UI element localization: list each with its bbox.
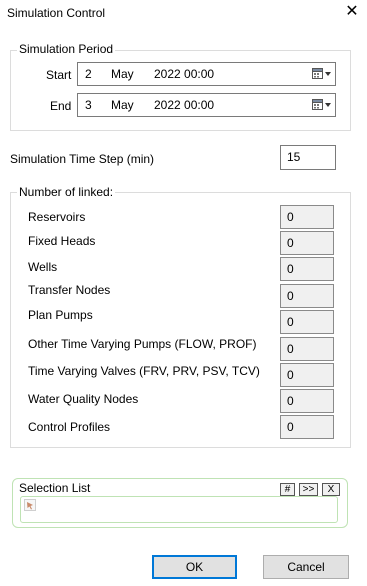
end-day[interactable]: 3 [85, 98, 92, 112]
linked-value-time-varying-valves: 0 [280, 363, 334, 387]
linked-label-water-quality-nodes: Water Quality Nodes [28, 392, 139, 406]
linked-value-reservoirs: 0 [280, 205, 334, 229]
selection-clear-button[interactable]: X [322, 483, 340, 496]
selection-list-label: Selection List [19, 481, 91, 495]
start-year-time[interactable]: 2022 00:00 [154, 67, 214, 81]
selection-next-button[interactable]: >> [299, 483, 318, 496]
time-step-label: Simulation Time Step (min) [10, 152, 155, 166]
start-label: Start [46, 68, 72, 82]
end-year-time[interactable]: 2022 00:00 [154, 98, 214, 112]
linked-value-plan-pumps: 0 [280, 310, 334, 334]
calendar-dropdown-icon[interactable] [312, 68, 332, 80]
time-step-input[interactable]: 15 [280, 145, 336, 170]
linked-value-transfer-nodes: 0 [280, 284, 334, 308]
start-day[interactable]: 2 [85, 67, 92, 81]
linked-value-fixed-heads: 0 [280, 231, 334, 255]
linked-legend: Number of linked: [17, 185, 116, 199]
linked-value-water-quality-nodes: 0 [280, 389, 334, 413]
linked-label-wells: Wells [28, 260, 58, 274]
linked-value-control-profiles: 0 [280, 415, 334, 439]
linked-label-other-pumps: Other Time Varying Pumps (FLOW, PROF) [28, 337, 257, 351]
end-date-picker[interactable]: 3 May 2022 00:00 [77, 93, 336, 117]
ok-button[interactable]: OK [152, 555, 237, 579]
window-title: Simulation Control [7, 6, 106, 20]
selection-number-button[interactable]: # [280, 483, 295, 496]
cursor-icon [24, 499, 36, 511]
start-date-picker[interactable]: 2 May 2022 00:00 [77, 62, 336, 86]
linked-value-wells: 0 [280, 257, 334, 281]
linked-label-transfer-nodes: Transfer Nodes [28, 283, 111, 297]
end-label: End [50, 99, 72, 113]
linked-label-reservoirs: Reservoirs [28, 210, 86, 224]
selection-list-box[interactable] [20, 496, 338, 523]
linked-label-time-varying-valves: Time Varying Valves (FRV, PRV, PSV, TCV) [28, 364, 260, 378]
start-month[interactable]: May [111, 67, 134, 81]
linked-label-fixed-heads: Fixed Heads [28, 234, 96, 248]
end-month[interactable]: May [111, 98, 134, 112]
calendar-dropdown-icon[interactable] [312, 99, 332, 111]
close-icon[interactable]: ✕ [343, 3, 361, 21]
cancel-button[interactable]: Cancel [263, 555, 349, 579]
linked-label-plan-pumps: Plan Pumps [28, 308, 93, 322]
linked-label-control-profiles: Control Profiles [28, 420, 111, 434]
simulation-period-legend: Simulation Period [17, 42, 116, 56]
linked-value-other-pumps: 0 [280, 337, 334, 361]
